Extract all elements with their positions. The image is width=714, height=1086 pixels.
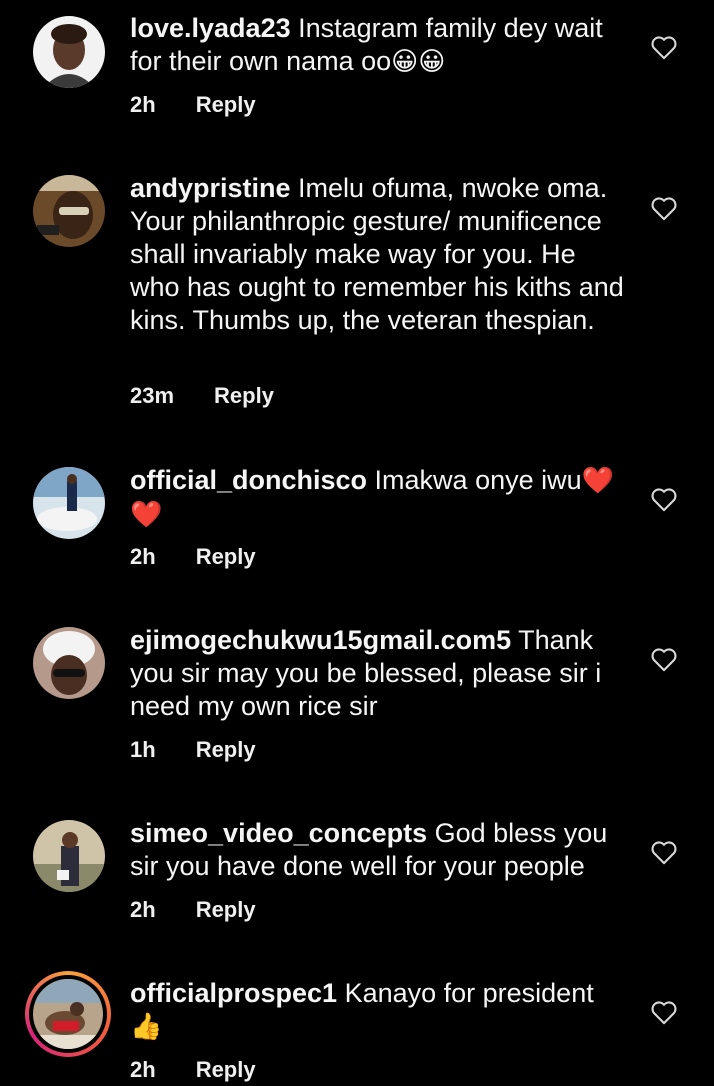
avatar[interactable] [33,16,105,88]
comment-meta: 23m Reply [130,383,274,409]
comment-body: Kanayo for president [337,978,594,1008]
heart-outline-icon[interactable] [650,486,678,512]
comment-time: 2h [130,897,156,922]
heart-outline-icon[interactable] [650,646,678,672]
comment-meta: 2h Reply [130,544,256,570]
comment-meta: 2h Reply [130,92,256,118]
comment-text: andypristine Imelu ofuma, nwoke oma. You… [130,172,630,337]
comment-meta: 2h Reply [130,1057,256,1083]
avatar[interactable] [33,627,105,699]
avatar[interactable] [33,467,105,539]
comment-username[interactable]: simeo_video_concepts [130,818,427,848]
comment-meta: 1h Reply [130,737,256,763]
heart-outline-icon[interactable] [650,34,678,60]
avatar[interactable] [33,820,105,892]
comment-time: 2h [130,544,156,569]
comment-body: Imakwa onye iwu [367,465,582,495]
comment-emoji: 😀😀 [391,47,446,77]
comment-time: 23m [130,383,175,408]
reply-button[interactable]: Reply [214,383,274,409]
comment-text: official_donchisco Imakwa onye iwu❤️❤️ [130,464,620,532]
comment-text: officialprospec1 Kanayo for president 👍 [130,977,630,1044]
comment-emoji: 👍 [130,1012,163,1042]
reply-button[interactable]: Reply [196,1057,256,1083]
comment-username[interactable]: officialprospec1 [130,978,337,1008]
reply-button[interactable]: Reply [196,92,256,118]
comment-meta: 2h Reply [130,897,256,923]
comment-username[interactable]: love.lyada23 [130,13,291,43]
heart-outline-icon[interactable] [650,195,678,221]
comment-username[interactable]: andypristine [130,173,291,203]
reply-button[interactable]: Reply [196,544,256,570]
comment-time: 1h [130,737,156,762]
comment-text: love.lyada23 Instagram family dey wait f… [130,12,630,79]
comment-username[interactable]: ejimogechukwu15gmail.com5 [130,625,511,655]
comment-time: 2h [130,92,156,117]
comment-text: ejimogechukwu15gmail.com5 Thank you sir … [130,624,630,723]
reply-button[interactable]: Reply [196,737,256,763]
comment-text: simeo_video_concepts God bless you sir y… [130,817,620,883]
avatar [33,979,103,1049]
reply-button[interactable]: Reply [196,897,256,923]
comment-username[interactable]: official_donchisco [130,465,367,495]
heart-outline-icon[interactable] [650,839,678,865]
avatar-story-ring[interactable] [25,971,111,1057]
heart-outline-icon[interactable] [650,999,678,1025]
comment-time: 2h [130,1057,156,1082]
avatar[interactable] [33,175,105,247]
